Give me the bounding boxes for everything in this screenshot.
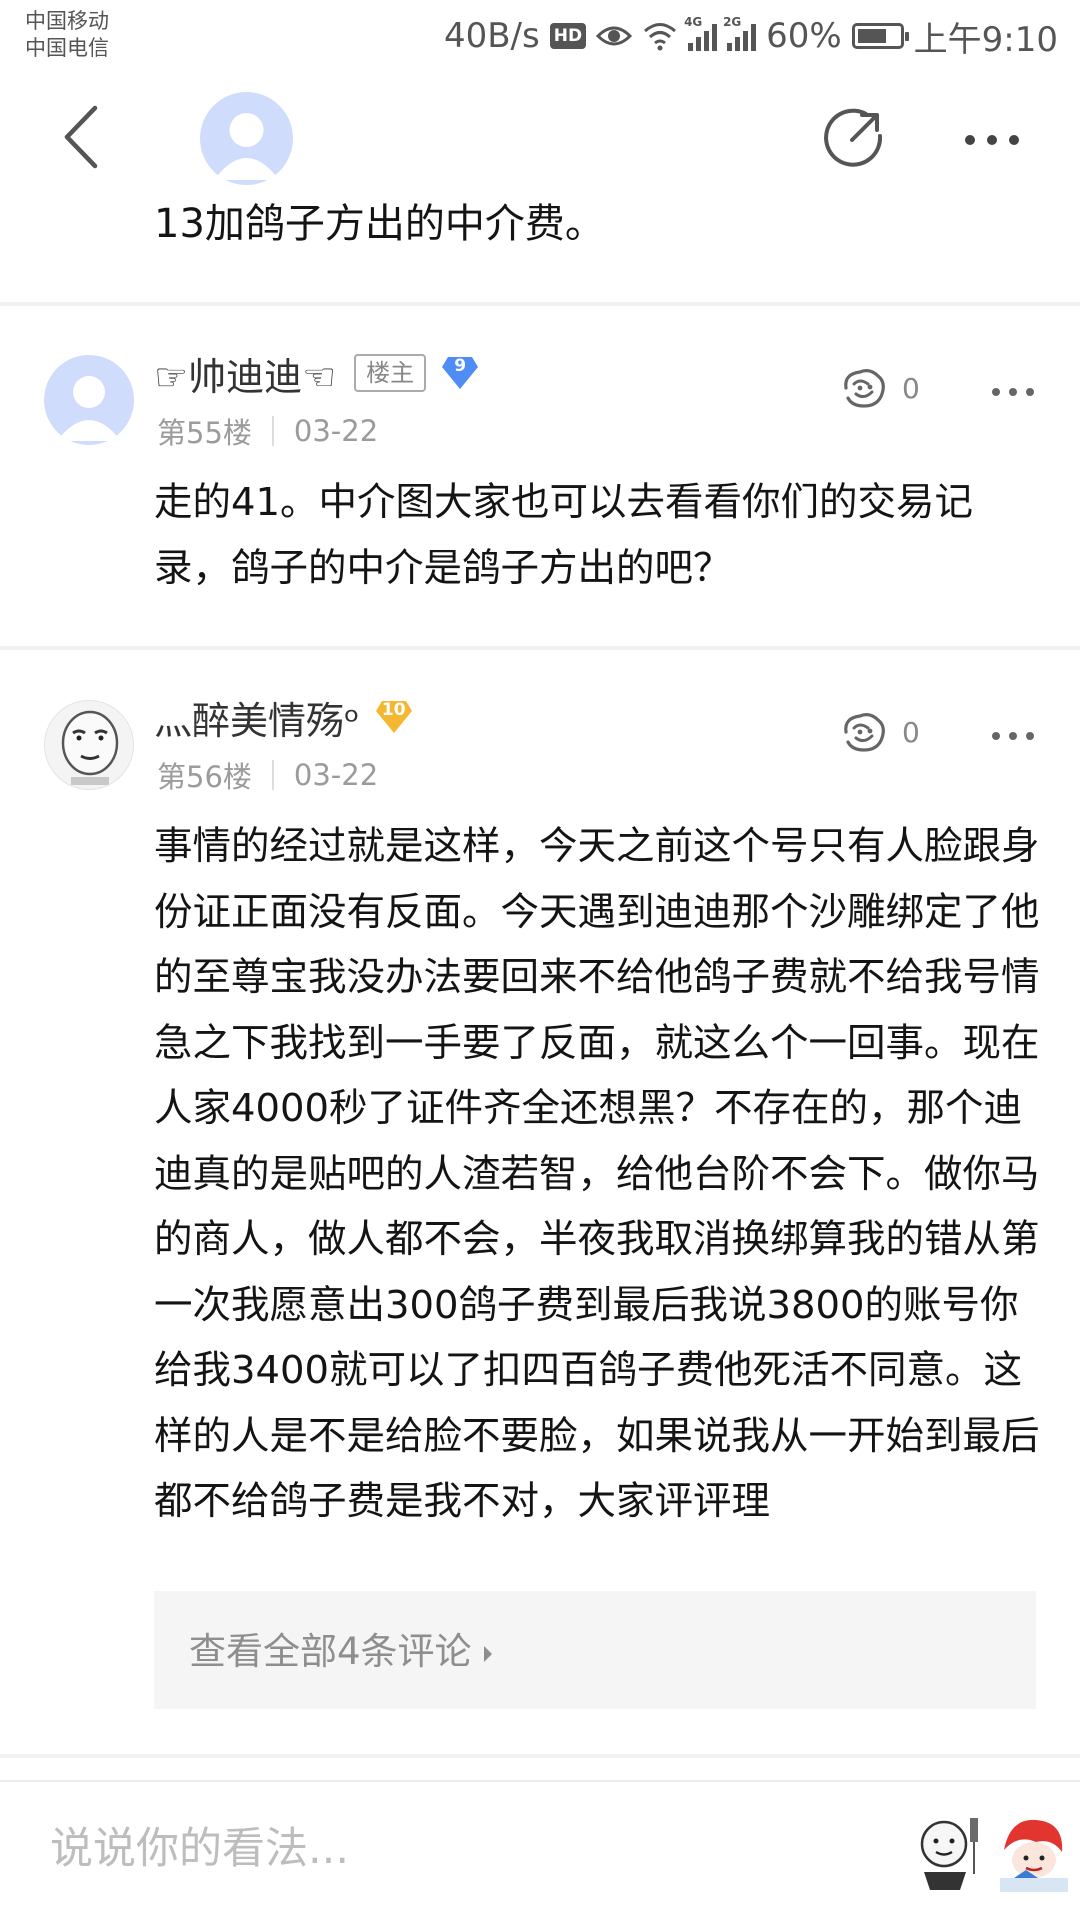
sticker-icon[interactable] xyxy=(996,1814,1072,1894)
carrier-info: 中国移动 中国电信 xyxy=(25,8,109,62)
signal-icon-sim1: 4G xyxy=(684,15,718,51)
hd-badge: HD xyxy=(549,23,587,49)
clock: 上午9:10 xyxy=(913,19,1058,60)
battery-percent: 60% xyxy=(766,16,842,56)
username[interactable]: 灬醉美情殇ᵒ xyxy=(154,690,360,745)
back-icon[interactable] xyxy=(55,102,115,172)
level-number: 9 xyxy=(454,356,467,376)
floor-number: 第56楼 xyxy=(157,760,252,794)
comment-bar xyxy=(0,1780,1080,1920)
default-avatar-icon xyxy=(57,376,121,441)
post-content: 事情的经过就是这样，今天之前这个号只有人脸跟身份证正面没有反面。今天遇到迪迪那个… xyxy=(154,824,1040,1524)
carrier-2: 中国电信 xyxy=(25,36,109,60)
avatar[interactable] xyxy=(44,355,134,445)
like-icon xyxy=(844,369,885,408)
comment-input[interactable] xyxy=(50,1814,870,1884)
level-badge: 9 xyxy=(440,353,480,393)
network-speed: 40B/s xyxy=(443,16,540,56)
owner-badge: 楼主 xyxy=(354,354,427,392)
like-count: 0 xyxy=(902,371,920,405)
post-content: 走的41。中介图大家也可以去看看你们的交易记录，鸽子的中介是鸽子方出的吧？ xyxy=(154,480,973,591)
status-bar: 中国移动 中国电信 40B/s HD 4G 2G 60% 上午9:10 xyxy=(0,0,1080,76)
eye-icon xyxy=(596,26,633,46)
signal-icon-sim2: 2G xyxy=(723,15,757,51)
post-meta: 第55楼 03-22 xyxy=(157,410,378,452)
meme-face-icon xyxy=(61,710,119,785)
reply-post: 灬醉美情殇ᵒ 10 第56楼 03-22 0 事情的经过就是这样，今天之前这个号… xyxy=(0,650,1080,1754)
wifi-icon xyxy=(644,23,677,51)
floor-number: 第55楼 xyxy=(157,416,252,450)
post-meta: 第56楼 03-22 xyxy=(157,754,378,796)
username[interactable]: ☞帅迪迪☜ xyxy=(154,346,336,401)
avatar[interactable] xyxy=(200,92,293,185)
sub-replies-box[interactable]: 查看全部4条评论 xyxy=(154,1591,1036,1709)
user-row: 灬醉美情殇ᵒ 10 xyxy=(154,690,414,745)
level-badge: 10 xyxy=(374,697,414,737)
previous-post-text: 13加鸽子方出的中介费。 xyxy=(154,201,605,247)
sim1-type: 4G xyxy=(684,15,703,29)
default-avatar-icon xyxy=(214,113,279,180)
caret-right-icon xyxy=(483,1645,492,1662)
sticker-icon[interactable] xyxy=(912,1814,988,1894)
view-all-replies-link[interactable]: 查看全部4条评论 xyxy=(189,1621,492,1675)
like-count: 0 xyxy=(902,715,920,749)
post-date: 03-22 xyxy=(293,758,379,792)
status-indicators: 40B/s HD 4G 2G 60% 上午9:10 xyxy=(443,15,1058,60)
more-icon[interactable] xyxy=(960,120,1024,160)
avatar[interactable] xyxy=(44,700,134,790)
battery-icon xyxy=(851,23,909,49)
share-icon[interactable] xyxy=(822,106,886,170)
nav-bar xyxy=(0,80,1080,195)
like-button[interactable]: 0 xyxy=(840,710,920,754)
meta-divider xyxy=(271,760,274,790)
carrier-1: 中国移动 xyxy=(25,9,109,33)
view-all-replies-label: 查看全部4条评论 xyxy=(189,1630,472,1673)
like-button[interactable]: 0 xyxy=(840,366,920,410)
level-number: 10 xyxy=(381,700,406,720)
user-row: ☞帅迪迪☜ 楼主 9 xyxy=(154,346,480,401)
like-icon xyxy=(844,713,885,752)
post-date: 03-22 xyxy=(293,414,379,448)
sim2-type: 2G xyxy=(723,15,742,29)
reply-post: ☞帅迪迪☜ 楼主 9 第55楼 03-22 0 走的41。中介图大家也可以去看看… xyxy=(0,306,1080,646)
more-icon[interactable] xyxy=(990,382,1036,402)
meta-divider xyxy=(271,416,274,446)
more-icon[interactable] xyxy=(990,726,1036,746)
post-divider xyxy=(0,1754,1080,1758)
